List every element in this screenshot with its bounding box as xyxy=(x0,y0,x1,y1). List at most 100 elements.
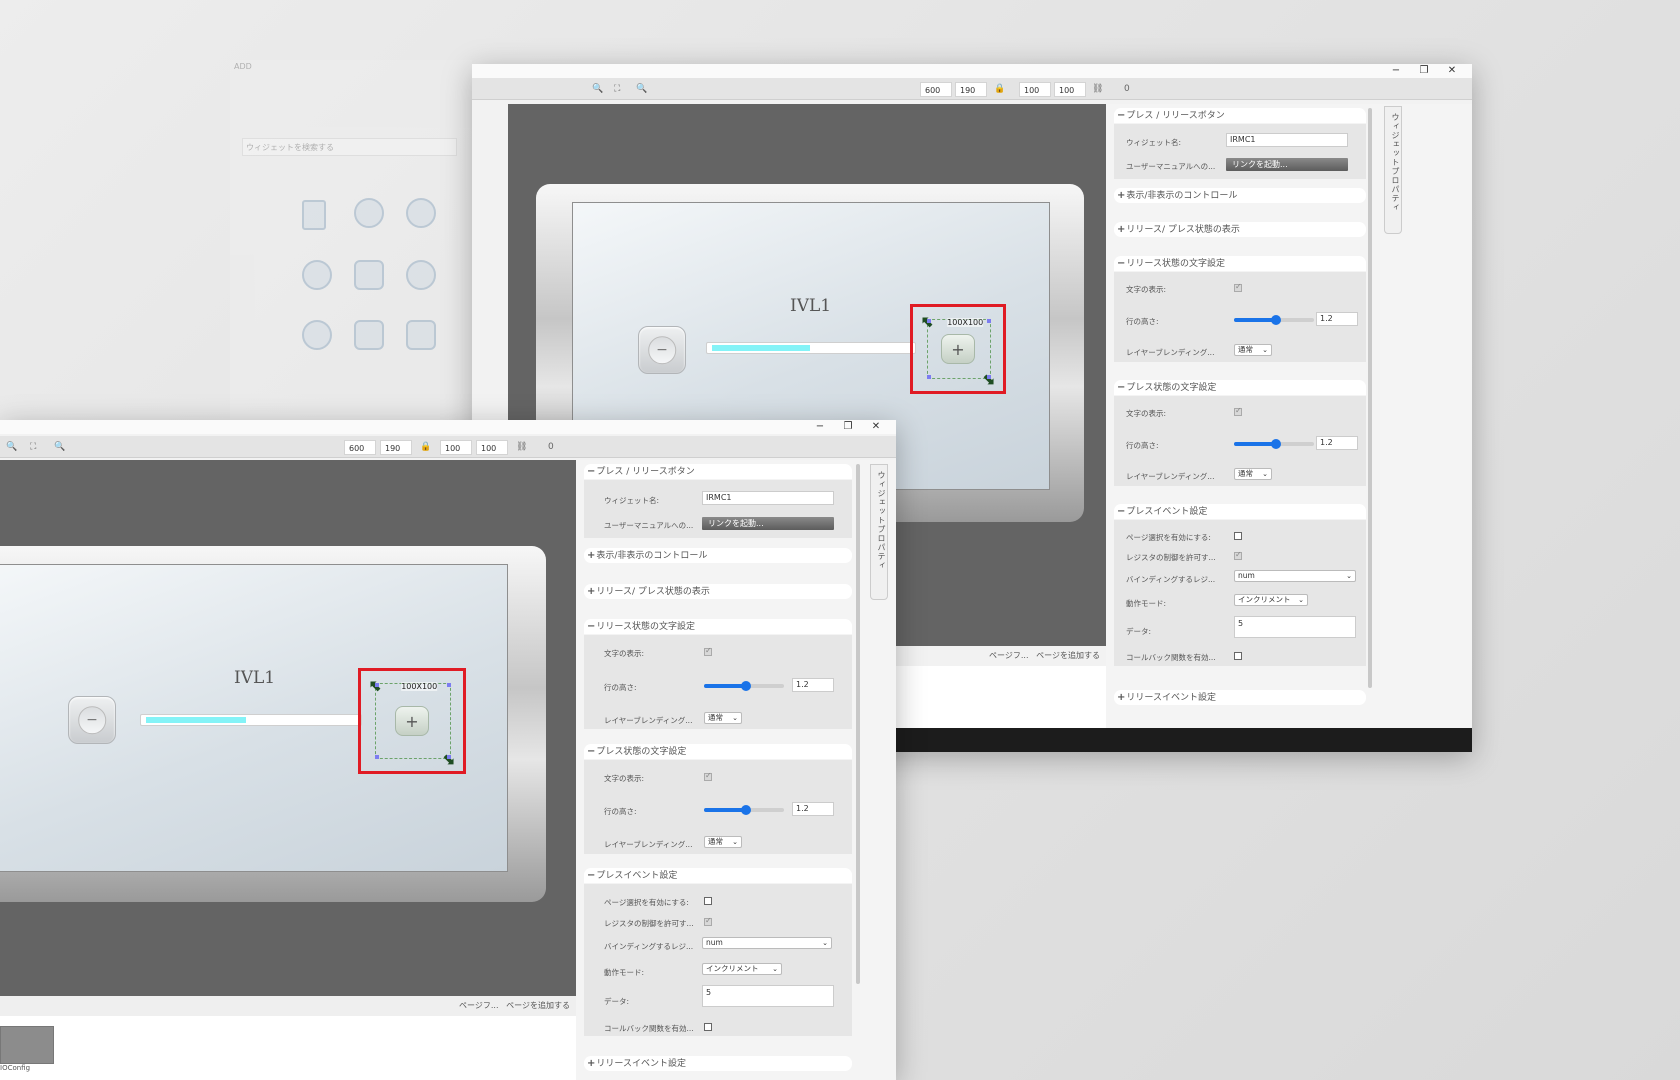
selected-widget[interactable]: ⬉ ⬊ + 100X100 xyxy=(910,304,1006,394)
section-release-text[interactable]: −リリース状態の文字設定 xyxy=(1114,256,1366,271)
line-height-slider[interactable] xyxy=(1234,315,1314,325)
size-label: 100X100 xyxy=(947,318,984,327)
blend-select[interactable]: 通常 ⌄ xyxy=(1234,344,1272,356)
section-press-release[interactable]: −プレス / リリースボタン xyxy=(1114,108,1366,123)
resize-handle[interactable] xyxy=(987,319,991,323)
resize-handle[interactable] xyxy=(447,755,451,759)
maximize-button[interactable]: ❐ xyxy=(834,420,862,434)
close-button[interactable]: ✕ xyxy=(1438,64,1466,78)
data-textarea[interactable]: 5 xyxy=(702,985,834,1007)
line-height-input[interactable]: 1.2 xyxy=(792,802,834,816)
show-text-checkbox[interactable] xyxy=(704,646,712,656)
register-control-checkbox[interactable] xyxy=(704,916,712,926)
section-press-event[interactable]: −プレスイベント設定 xyxy=(584,868,852,883)
widget-properties-tab[interactable]: ウィジェットプロパティ xyxy=(870,464,888,600)
selected-widget[interactable]: ⬉ ⬊ + 100X100 xyxy=(358,668,466,774)
link-icon[interactable]: ⛓ xyxy=(516,441,527,454)
height-input[interactable]: 190 xyxy=(380,440,412,455)
fit-icon[interactable]: ⛶ xyxy=(30,441,36,454)
binding-register-label: バインディングするレジ... xyxy=(1126,575,1216,584)
properties-scrollbar[interactable] xyxy=(1368,108,1372,688)
blend-select[interactable]: 通常 ⌄ xyxy=(704,712,742,724)
properties-scrollbar[interactable] xyxy=(856,464,860,984)
width-input[interactable]: 600 xyxy=(920,82,952,97)
show-text-checkbox[interactable] xyxy=(704,771,712,781)
resize-handle[interactable] xyxy=(447,683,451,687)
section-release-press-display[interactable]: +リリース/ プレス状態の表示 xyxy=(1114,222,1366,237)
binding-register-select[interactable]: num ⌄ xyxy=(1234,570,1356,582)
lock-icon[interactable]: 🔒 xyxy=(420,441,431,454)
show-text-checkbox[interactable] xyxy=(1234,282,1242,292)
height-input[interactable]: 190 xyxy=(955,82,987,97)
minimize-button[interactable]: − xyxy=(806,420,834,434)
page-select-checkbox[interactable] xyxy=(704,897,712,905)
section-release-event[interactable]: +リリースイベント設定 xyxy=(1114,690,1366,705)
lock-icon[interactable]: 🔒 xyxy=(994,83,1005,96)
widget-name-input[interactable]: IRMC1 xyxy=(702,491,834,505)
page-f-button[interactable]: ページフ... xyxy=(989,651,1028,660)
x-input[interactable]: 100 xyxy=(440,440,472,455)
decrement-button[interactable]: − xyxy=(68,696,116,744)
x-input[interactable]: 100 xyxy=(1019,82,1051,97)
close-button[interactable]: ✕ xyxy=(862,420,890,434)
section-press-event[interactable]: −プレスイベント設定 xyxy=(1114,504,1366,519)
line-height-slider[interactable] xyxy=(1234,439,1314,449)
section-release-press-display[interactable]: +リリース/ プレス状態の表示 xyxy=(584,584,852,599)
width-input[interactable]: 600 xyxy=(344,440,376,455)
widget-name-input[interactable]: IRMC1 xyxy=(1226,133,1348,147)
section-release-event[interactable]: +リリースイベント設定 xyxy=(584,1056,852,1071)
fit-icon[interactable]: ⛶ xyxy=(614,83,620,96)
zoom-out-icon[interactable]: 🔍 xyxy=(54,441,65,454)
widget-properties-tab[interactable]: ウィジェットプロパティ xyxy=(1384,106,1402,234)
data-textarea[interactable]: 5 xyxy=(1234,616,1356,638)
page-thumbnail[interactable] xyxy=(0,1026,54,1064)
increment-button[interactable]: + xyxy=(941,334,975,364)
register-control-checkbox[interactable] xyxy=(1234,550,1242,560)
manual-label: ユーザーマニュアルへの... xyxy=(604,521,694,530)
back-toolbar: 🔍 ⛶ 🔍 600 190 🔒 100 100 ⛓ 0 xyxy=(472,78,1472,100)
action-mode-select[interactable]: インクリメント ⌄ xyxy=(1234,594,1308,606)
blend-select[interactable]: 通常 ⌄ xyxy=(704,836,742,848)
section-visibility[interactable]: +表示/非表示のコントロール xyxy=(584,548,852,563)
zoom-in-icon[interactable]: 🔍 xyxy=(592,83,603,96)
callback-checkbox[interactable] xyxy=(1234,652,1242,660)
ghost-icon xyxy=(406,320,436,350)
resize-handle[interactable] xyxy=(987,375,991,379)
resize-handle[interactable] xyxy=(375,755,379,759)
section-press-text[interactable]: −プレス状態の文字設定 xyxy=(1114,380,1366,395)
link-icon[interactable]: ⛓ xyxy=(1092,83,1103,96)
action-mode-select[interactable]: インクリメント ⌄ xyxy=(702,963,782,975)
add-page-button[interactable]: ページを追加する xyxy=(506,1001,570,1010)
launch-link-button[interactable]: リンクを起動... xyxy=(1226,158,1348,171)
line-height-input[interactable]: 1.2 xyxy=(792,678,834,692)
line-height-input[interactable]: 1.2 xyxy=(1316,312,1358,326)
y-input[interactable]: 100 xyxy=(476,440,508,455)
data-label: データ: xyxy=(604,997,630,1006)
increment-button[interactable]: + xyxy=(395,706,429,736)
page-f-button[interactable]: ページフ... xyxy=(459,1001,498,1010)
front-canvas[interactable]: IVL1 − ⬉ ⬊ + 100X100 xyxy=(0,460,576,996)
page-select-checkbox[interactable] xyxy=(1234,532,1242,540)
y-input[interactable]: 100 xyxy=(1054,82,1086,97)
decrement-button[interactable]: − xyxy=(638,326,686,374)
resize-handle[interactable] xyxy=(927,375,931,379)
line-height-slider[interactable] xyxy=(704,805,784,815)
resize-handle[interactable] xyxy=(927,319,931,323)
section-visibility[interactable]: +表示/非表示のコントロール xyxy=(1114,188,1366,203)
maximize-button[interactable]: ❐ xyxy=(1410,64,1438,78)
line-height-input[interactable]: 1.2 xyxy=(1316,436,1358,450)
minimize-button[interactable]: − xyxy=(1382,64,1410,78)
line-height-slider[interactable] xyxy=(704,681,784,691)
zoom-out-icon[interactable]: 🔍 xyxy=(636,83,647,96)
callback-checkbox[interactable] xyxy=(704,1023,712,1031)
show-text-checkbox[interactable] xyxy=(1234,406,1242,416)
binding-register-select[interactable]: num ⌄ xyxy=(702,937,832,949)
section-press-release[interactable]: −プレス / リリースボタン xyxy=(584,464,852,479)
resize-handle[interactable] xyxy=(375,683,379,687)
launch-link-button[interactable]: リンクを起動... xyxy=(702,517,834,530)
add-page-button[interactable]: ページを追加する xyxy=(1036,651,1100,660)
section-release-text[interactable]: −リリース状態の文字設定 xyxy=(584,619,852,634)
section-press-text[interactable]: −プレス状態の文字設定 xyxy=(584,744,852,759)
zoom-in-icon[interactable]: 🔍 xyxy=(6,441,17,454)
blend-select[interactable]: 通常 ⌄ xyxy=(1234,468,1272,480)
